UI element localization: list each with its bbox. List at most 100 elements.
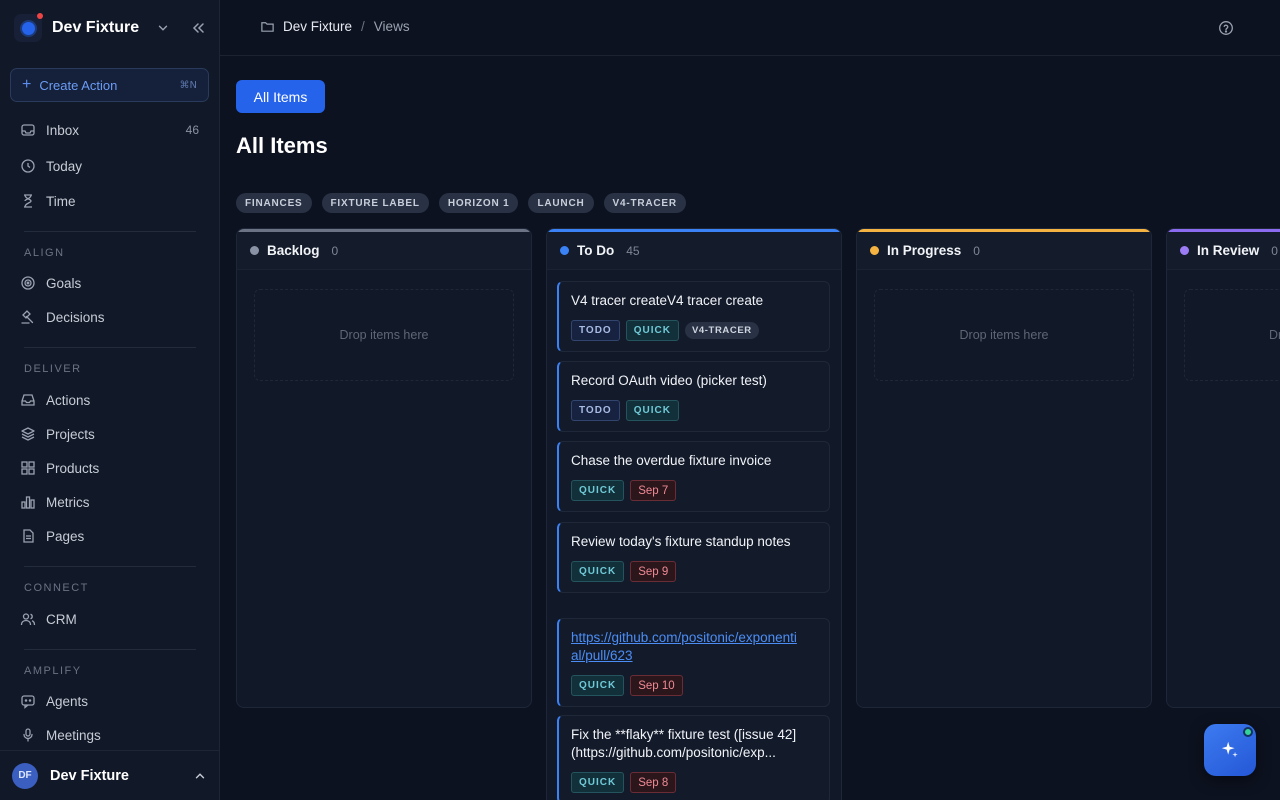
- microphone-icon: [23, 728, 33, 742]
- sidebar-item-label: Meetings: [46, 727, 101, 743]
- sidebar-item-label: Pages: [46, 528, 85, 544]
- task-card[interactable]: Chase the overdue fixture invoice QUICK …: [557, 441, 830, 512]
- label-chip[interactable]: FINANCES: [236, 193, 312, 213]
- sidebar-item-label: Metrics: [46, 494, 90, 510]
- task-card[interactable]: Review today's fixture standup notes QUI…: [557, 522, 830, 593]
- workspace-logo: [14, 13, 43, 42]
- sidebar-item-metrics[interactable]: Metrics: [10, 487, 209, 517]
- create-action-button[interactable]: + Create Action ⌘N: [10, 68, 209, 102]
- status-dot: [1180, 246, 1189, 255]
- card-title: Review today's fixture standup notes: [571, 534, 791, 549]
- sidebar-item-label: Products: [46, 460, 100, 476]
- divider: [24, 649, 196, 650]
- card-title: Chase the overdue fixture invoice: [571, 453, 772, 468]
- card-title-link[interactable]: https://github.com/positonic/exponential…: [571, 629, 801, 665]
- column-header: Backlog 0: [237, 229, 531, 270]
- chevron-down-icon[interactable]: [156, 21, 170, 35]
- sidebar-item-label: Decisions: [46, 309, 105, 325]
- task-card[interactable]: V4 tracer createV4 tracer create TODO QU…: [557, 281, 830, 352]
- breadcrumb-workspace[interactable]: Dev Fixture: [283, 19, 352, 34]
- drop-zone[interactable]: Drop items here: [254, 289, 514, 381]
- section-label-connect: CONNECT: [24, 582, 89, 594]
- column-count: 0: [331, 243, 339, 258]
- sidebar-item-actions[interactable]: Actions: [10, 385, 209, 415]
- label-chip[interactable]: LAUNCH: [528, 193, 594, 213]
- top-bar: Dev Fixture / Views: [220, 0, 1280, 56]
- status-dot: [870, 246, 879, 255]
- label-filter-row: FINANCES FIXTURE LABEL HORIZON 1 LAUNCH …: [236, 193, 686, 213]
- breadcrumb-separator: /: [361, 19, 365, 34]
- shortcut-hint: ⌘N: [179, 79, 197, 91]
- column-in-review: In Review 0 Drop items here: [1166, 228, 1280, 708]
- tag-quick: QUICK: [571, 772, 625, 793]
- chevron-up-icon[interactable]: [193, 769, 207, 783]
- column-header: In Review 0: [1167, 229, 1280, 270]
- column-todo: To Do 45 V4 tracer createV4 tracer creat…: [546, 228, 842, 800]
- workspace-name: Dev Fixture: [52, 19, 140, 36]
- card-tags: QUICK Sep 9: [571, 561, 817, 582]
- due-date-badge: Sep 9: [630, 561, 677, 582]
- sidebar-item-label: Time: [46, 193, 76, 209]
- sidebar-item-time[interactable]: Time: [10, 186, 209, 216]
- breadcrumb: Dev Fixture / Views: [260, 19, 410, 34]
- label-chip[interactable]: V4-TRACER: [603, 193, 686, 213]
- online-status-dot: [1243, 727, 1253, 737]
- inbox-tray-icon: [21, 394, 35, 406]
- drop-zone[interactable]: Drop items here: [1184, 289, 1280, 381]
- label-chip[interactable]: FIXTURE LABEL: [321, 193, 429, 213]
- sidebar-item-projects[interactable]: Projects: [10, 419, 209, 449]
- sidebar-item-label: Agents: [46, 693, 89, 709]
- tag-todo: TODO: [571, 400, 620, 421]
- users-icon: [20, 613, 36, 626]
- task-card[interactable]: Record OAuth video (picker test) TODO QU…: [557, 361, 830, 432]
- sidebar-item-label: CRM: [46, 611, 77, 627]
- tag-todo: TODO: [571, 320, 620, 341]
- drop-zone[interactable]: Drop items here: [874, 289, 1134, 381]
- sidebar: Dev Fixture + Create Action ⌘N Inbox 46 …: [0, 0, 220, 800]
- card-tags: TODO QUICK V4-TRACER: [571, 320, 817, 341]
- bar-chart-icon: [21, 496, 35, 509]
- user-menu[interactable]: DF Dev Fixture: [0, 750, 220, 800]
- due-date-badge: Sep 7: [630, 480, 677, 501]
- divider: [24, 566, 196, 567]
- sparkle-icon: [1221, 741, 1238, 758]
- collapse-sidebar-icon[interactable]: [190, 20, 206, 36]
- avatar: DF: [12, 762, 38, 789]
- ai-assistant-button[interactable]: [1204, 724, 1256, 776]
- sidebar-item-decisions[interactable]: Decisions: [10, 302, 209, 332]
- hourglass-icon: [24, 194, 32, 208]
- gavel-icon: [21, 310, 34, 324]
- sidebar-item-goals[interactable]: Goals: [10, 268, 209, 298]
- tag-quick: QUICK: [571, 561, 625, 582]
- help-icon[interactable]: [1218, 20, 1234, 36]
- grid-icon: [21, 461, 35, 475]
- layers-icon: [21, 427, 35, 441]
- sidebar-item-products[interactable]: Products: [10, 453, 209, 483]
- label-chip[interactable]: HORIZON 1: [438, 193, 519, 213]
- card-title: V4 tracer createV4 tracer create: [571, 293, 764, 308]
- sidebar-item-pages[interactable]: Pages: [10, 521, 209, 551]
- sidebar-item-agents[interactable]: Agents: [10, 686, 209, 716]
- column-title: Backlog: [267, 243, 320, 258]
- sidebar-item-crm[interactable]: CRM: [10, 604, 209, 634]
- card-tags: QUICK Sep 8: [571, 772, 817, 793]
- breadcrumb-current: Views: [373, 19, 410, 34]
- folder-icon: [261, 22, 274, 32]
- card-tags: QUICK Sep 10: [571, 675, 817, 696]
- divider: [24, 231, 196, 232]
- sidebar-item-today[interactable]: Today: [10, 151, 209, 181]
- workspace-switcher[interactable]: Dev Fixture: [14, 12, 210, 44]
- column-title: In Progress: [887, 243, 962, 258]
- sidebar-item-meetings[interactable]: Meetings: [10, 720, 209, 750]
- sidebar-item-inbox[interactable]: Inbox 46: [10, 115, 209, 145]
- section-label-align: ALIGN: [24, 247, 65, 259]
- tag-quick: QUICK: [625, 400, 679, 421]
- task-card[interactable]: Fix the **flaky** fixture test ([issue 4…: [557, 715, 830, 800]
- notification-dot: [37, 13, 43, 19]
- due-date-badge: Sep 10: [630, 675, 683, 696]
- status-dot: [250, 246, 259, 255]
- clock-icon: [21, 159, 35, 173]
- card-tags: TODO QUICK: [571, 400, 817, 421]
- view-tab-all-items[interactable]: All Items: [236, 80, 325, 113]
- task-card[interactable]: https://github.com/positonic/exponential…: [557, 618, 830, 707]
